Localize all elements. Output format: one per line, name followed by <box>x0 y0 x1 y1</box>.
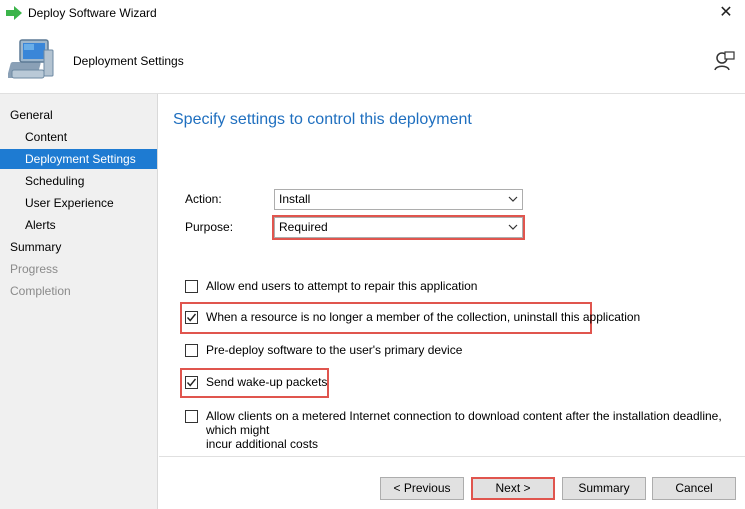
nav-item-general[interactable]: General <box>0 105 157 125</box>
next-button[interactable]: Next > <box>471 477 555 500</box>
wizard-header: Deployment Settings <box>0 28 745 94</box>
title-bar: Deploy Software Wizard ✕ <box>0 0 745 28</box>
nav-item-scheduling[interactable]: Scheduling <box>0 171 157 191</box>
uninstall-checkbox[interactable] <box>185 311 198 324</box>
checkmark-icon <box>186 378 197 387</box>
purpose-value: Required <box>279 220 328 234</box>
chevron-down-icon <box>508 196 518 202</box>
metered-label: Allow clients on a metered Internet conn… <box>206 409 745 451</box>
wake-up-checkbox[interactable] <box>185 376 198 389</box>
nav-item-content[interactable]: Content <box>0 127 157 147</box>
option-metered[interactable]: Allow clients on a metered Internet conn… <box>185 409 745 451</box>
action-value: Install <box>279 192 311 206</box>
allow-repair-label: Allow end users to attempt to repair thi… <box>206 279 478 293</box>
purpose-select[interactable]: Required <box>272 215 525 240</box>
computer-icon <box>8 39 54 79</box>
feedback-icon[interactable] <box>713 50 735 72</box>
metered-checkbox[interactable] <box>185 410 198 423</box>
checkmark-icon <box>186 313 197 322</box>
nav-item-user-experience[interactable]: User Experience <box>0 193 157 213</box>
purpose-label: Purpose: <box>185 220 234 234</box>
metered-label-line1: Allow clients on a metered Internet conn… <box>206 409 722 437</box>
nav-item-completion: Completion <box>10 284 71 298</box>
nav-item-progress: Progress <box>10 262 59 276</box>
green-arrow-icon <box>6 6 22 20</box>
option-wake-up[interactable]: Send wake-up packets <box>185 375 327 389</box>
close-icon: ✕ <box>719 4 733 21</box>
action-select[interactable]: Install <box>274 189 523 210</box>
option-pre-deploy[interactable]: Pre-deploy software to the user's primar… <box>185 343 462 357</box>
section-title: Specify settings to control this deploym… <box>173 111 472 128</box>
nav-item-deployment-settings[interactable]: Deployment Settings <box>0 149 157 169</box>
close-button[interactable]: ✕ <box>709 0 743 26</box>
main-panel: Specify settings to control this deploym… <box>159 94 745 509</box>
wizard-nav: General Content Deployment Settings Sche… <box>0 94 158 509</box>
nav-item-summary[interactable]: Summary <box>0 237 157 257</box>
action-label: Action: <box>185 192 222 206</box>
cancel-button[interactable]: Cancel <box>652 477 736 500</box>
option-uninstall[interactable]: When a resource is no longer a member of… <box>185 310 640 324</box>
metered-label-line2: incur additional costs <box>206 437 319 451</box>
uninstall-label: When a resource is no longer a member of… <box>206 310 641 324</box>
nav-item-alerts[interactable]: Alerts <box>0 215 157 235</box>
option-allow-repair[interactable]: Allow end users to attempt to repair thi… <box>185 279 477 293</box>
wake-up-label: Send wake-up packets <box>206 375 328 389</box>
footer-divider <box>159 456 745 457</box>
page-heading: Deployment Settings <box>73 54 184 68</box>
chevron-down-icon <box>508 224 518 230</box>
summary-button[interactable]: Summary <box>562 477 646 500</box>
pre-deploy-label: Pre-deploy software to the user's primar… <box>206 343 463 357</box>
window-title: Deploy Software Wizard <box>28 6 157 20</box>
previous-button[interactable]: < Previous <box>380 477 464 500</box>
pre-deploy-checkbox[interactable] <box>185 344 198 357</box>
allow-repair-checkbox[interactable] <box>185 280 198 293</box>
